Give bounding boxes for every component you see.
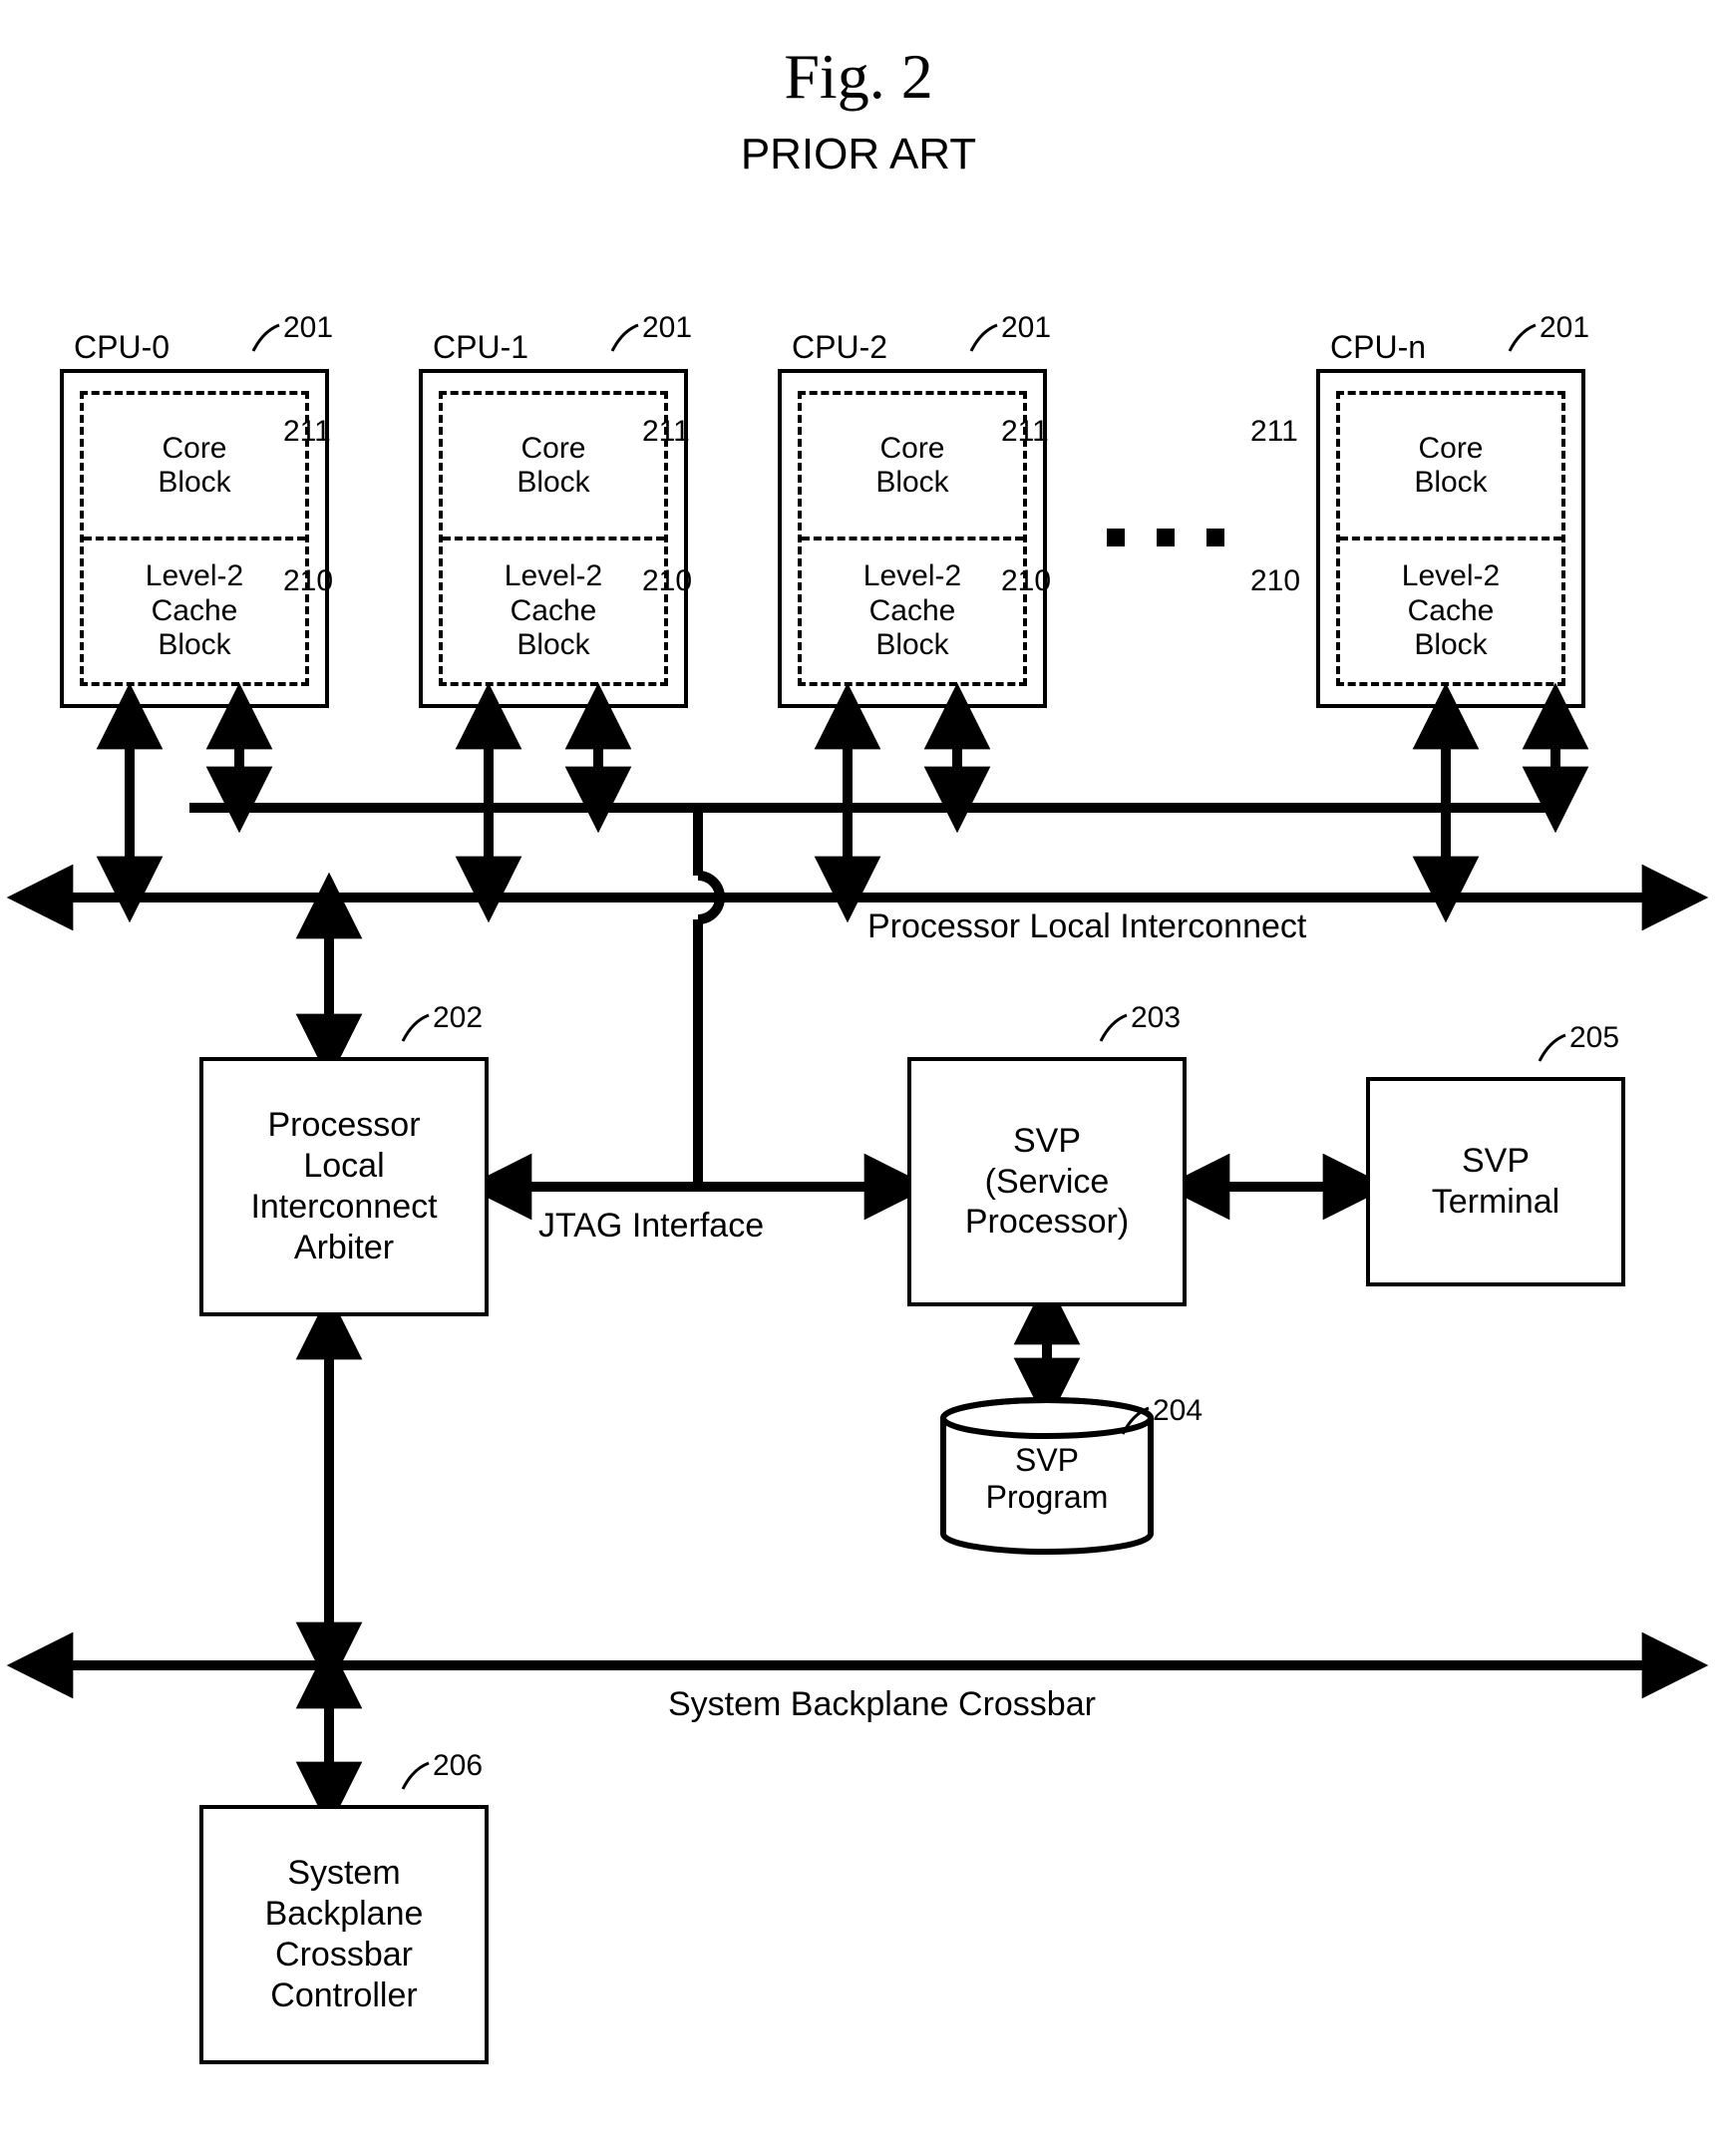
cpu-n-ref: 201: [1540, 311, 1589, 345]
cpu-n-box: CPU-n CoreBlock Level-2CacheBlock: [1316, 369, 1585, 708]
cpu-0-inner: CoreBlock Level-2CacheBlock: [80, 391, 309, 686]
cpu-1-core: CoreBlock: [443, 395, 664, 537]
backplane-label: System Backplane Crossbar: [668, 1685, 1096, 1724]
svp-terminal-label: SVPTerminal: [1432, 1141, 1559, 1223]
ellipsis-dot-3: [1206, 529, 1224, 546]
cpu-n-cacheref: 210: [1250, 564, 1300, 598]
cpu-2-cacheref: 210: [1001, 564, 1051, 598]
cpu-2-cache: Level-2CacheBlock: [802, 540, 1023, 682]
controller-box: SystemBackplaneCrossbarController: [199, 1805, 489, 2064]
arbiter-box: ProcessorLocalInterconnectArbiter: [199, 1057, 489, 1316]
cpu-2-label: CPU-2: [792, 329, 887, 366]
local-interconnect-label: Processor Local Interconnect: [867, 907, 1306, 946]
cpu-n-core: CoreBlock: [1340, 395, 1561, 537]
svp-box: SVP(ServiceProcessor): [907, 1057, 1187, 1306]
cpu-1-inner: CoreBlock Level-2CacheBlock: [439, 391, 668, 686]
cpu-0-ref: 201: [283, 311, 333, 345]
cpu-n-label: CPU-n: [1330, 329, 1426, 366]
cpu-1-cacheref: 210: [642, 564, 692, 598]
cpu-2-coreref: 211: [1001, 415, 1049, 449]
cpu-n-coreref: 211: [1250, 415, 1298, 449]
svp-terminal-ref: 205: [1569, 1021, 1619, 1055]
controller-ref: 206: [433, 1749, 483, 1783]
svp-terminal-box: SVPTerminal: [1366, 1077, 1625, 1286]
svp-label: SVP(ServiceProcessor): [965, 1121, 1129, 1243]
cpu-1-ref: 201: [642, 311, 692, 345]
cpu-1-coreref: 211: [642, 415, 690, 449]
cpu-1-cache: Level-2CacheBlock: [443, 540, 664, 682]
ellipsis-dot-1: [1107, 529, 1125, 546]
controller-label: SystemBackplaneCrossbarController: [265, 1853, 424, 2015]
cpu-n-inner: CoreBlock Level-2CacheBlock: [1336, 391, 1565, 686]
cpu-0-core: CoreBlock: [84, 395, 305, 537]
cpu-0-cacheref: 210: [283, 564, 333, 598]
cpu-2-core: CoreBlock: [802, 395, 1023, 537]
figure-subtitle: PRIOR ART: [0, 130, 1717, 180]
cpu-1-label: CPU-1: [433, 329, 528, 366]
cpu-0-cache: Level-2CacheBlock: [84, 540, 305, 682]
cpu-n-cache: Level-2CacheBlock: [1340, 540, 1561, 682]
cpu-0-label: CPU-0: [74, 329, 170, 366]
figure-title: Fig. 2: [0, 40, 1717, 114]
arbiter-label: ProcessorLocalInterconnectArbiter: [250, 1105, 437, 1267]
arbiter-ref: 202: [433, 1001, 483, 1035]
svp-program-ref: 204: [1153, 1394, 1202, 1428]
jtag-label: JTAG Interface: [538, 1207, 764, 1246]
cpu-2-ref: 201: [1001, 311, 1051, 345]
cpu-2-inner: CoreBlock Level-2CacheBlock: [798, 391, 1027, 686]
ellipsis-dot-2: [1157, 529, 1175, 546]
svp-program-label: SVPProgram: [937, 1442, 1157, 1516]
svp-ref: 203: [1131, 1001, 1181, 1035]
cpu-0-coreref: 211: [283, 415, 331, 449]
